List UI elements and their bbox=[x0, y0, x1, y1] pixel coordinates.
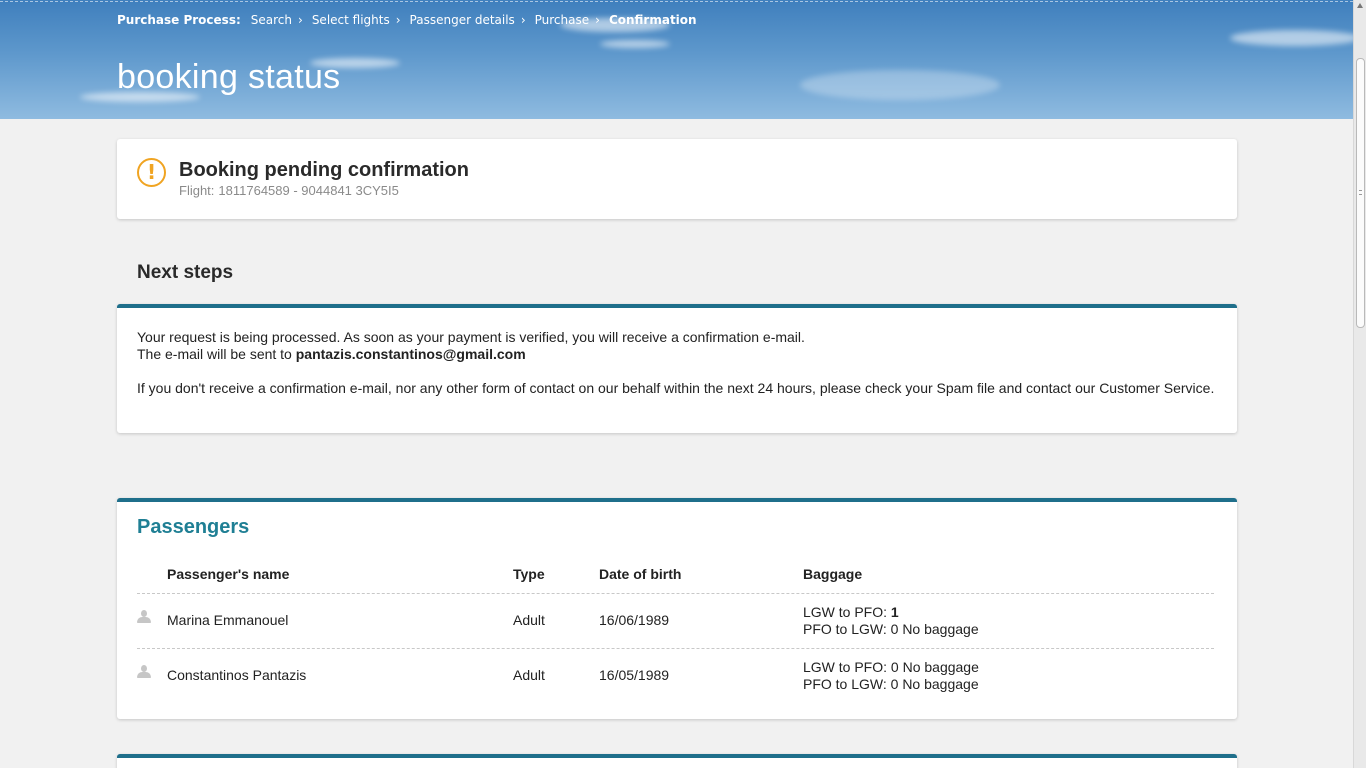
breadcrumb-lead: Purchase Process: bbox=[117, 13, 241, 27]
booking-status-title: Booking pending confirmation bbox=[179, 159, 469, 181]
next-steps-card: Your request is being processed. As soon… bbox=[117, 304, 1237, 433]
breadcrumb-step-select-flights[interactable]: Select flights › bbox=[312, 13, 410, 27]
email-address: pantazis.constantinos@gmail.com bbox=[295, 346, 526, 362]
table-header: Passenger's name Type Date of birth Bagg… bbox=[137, 562, 1214, 594]
email-notice: The e-mail will be sent to pantazis.cons… bbox=[137, 346, 526, 362]
passenger-dob: 16/05/1989 bbox=[599, 667, 670, 683]
scrollbar[interactable] bbox=[1353, 0, 1366, 768]
passenger-baggage: LGW to PFO: 0 No baggage PFO to LGW: 0 N… bbox=[803, 659, 979, 693]
breadcrumb-step-passenger-details[interactable]: Passenger details › bbox=[410, 13, 535, 27]
cloud-decoration bbox=[600, 40, 670, 48]
warning-circle-icon: ! bbox=[137, 158, 166, 187]
breadcrumb-step-purchase[interactable]: Purchase › bbox=[535, 13, 609, 27]
next-steps-text: Your request is being processed. As soon… bbox=[137, 329, 805, 345]
chevron-right-icon: › bbox=[595, 13, 600, 27]
person-icon bbox=[137, 610, 151, 624]
contact-notice: If you don't receive a confirmation e-ma… bbox=[137, 380, 1215, 396]
passengers-title: Passengers bbox=[137, 516, 250, 538]
column-header-type: Type bbox=[513, 566, 545, 582]
breadcrumb-step-confirmation: Confirmation bbox=[608, 13, 697, 27]
person-icon bbox=[137, 665, 151, 679]
column-header-name: Passenger's name bbox=[167, 566, 290, 582]
baggage-return: PFO to LGW: 0 No baggage bbox=[803, 676, 979, 692]
passengers-table: Passenger's name Type Date of birth Bagg… bbox=[137, 562, 1214, 704]
baggage-return: PFO to LGW: 0 No baggage bbox=[803, 621, 979, 637]
cloud-decoration bbox=[1230, 30, 1353, 46]
scrollbar-grip bbox=[1359, 190, 1362, 195]
divider bbox=[0, 1, 1353, 2]
flight-number: 1811764589 - 9044841 3CY5I5 bbox=[218, 183, 399, 198]
chevron-right-icon: › bbox=[298, 13, 303, 27]
scroll-up-icon[interactable] bbox=[1357, 3, 1363, 8]
next-section-card bbox=[117, 754, 1237, 768]
header-banner: Purchase Process: Search › Select flights… bbox=[0, 0, 1353, 119]
passenger-type: Adult bbox=[513, 667, 545, 683]
chevron-right-icon: › bbox=[395, 13, 401, 27]
passenger-name: Constantinos Pantazis bbox=[167, 667, 307, 683]
table-row: Constantinos Pantazis Adult 16/05/1989 L… bbox=[137, 649, 1214, 704]
page-title: booking status bbox=[117, 58, 341, 96]
breadcrumb: Purchase Process: Search › Select flights… bbox=[117, 13, 697, 27]
table-row: Marina Emmanouel Adult 16/06/1989 LGW to… bbox=[137, 594, 1214, 649]
cloud-decoration bbox=[800, 70, 1000, 100]
passenger-type: Adult bbox=[513, 612, 545, 628]
column-header-dob: Date of birth bbox=[599, 566, 682, 582]
next-steps-title: Next steps bbox=[137, 262, 234, 283]
chevron-right-icon: › bbox=[520, 13, 526, 27]
passenger-dob: 16/06/1989 bbox=[599, 612, 670, 628]
passenger-baggage: LGW to PFO: 1 PFO to LGW: 0 No baggage bbox=[803, 604, 979, 638]
passengers-card: Passengers Passenger's name Type Date of… bbox=[117, 498, 1237, 719]
flight-label: Flight: bbox=[179, 183, 215, 198]
column-header-baggage: Baggage bbox=[803, 566, 863, 582]
booking-status-card: ! Booking pending confirmation Flight: 18… bbox=[117, 139, 1237, 219]
baggage-outbound: LGW to PFO: 1 bbox=[803, 604, 899, 620]
flight-reference: Flight: 1811764589 - 9044841 3CY5I5 bbox=[179, 183, 403, 198]
breadcrumb-step-search[interactable]: Search › bbox=[251, 13, 312, 27]
passenger-name: Marina Emmanouel bbox=[167, 612, 289, 628]
baggage-outbound: LGW to PFO: 0 No baggage bbox=[803, 659, 979, 675]
